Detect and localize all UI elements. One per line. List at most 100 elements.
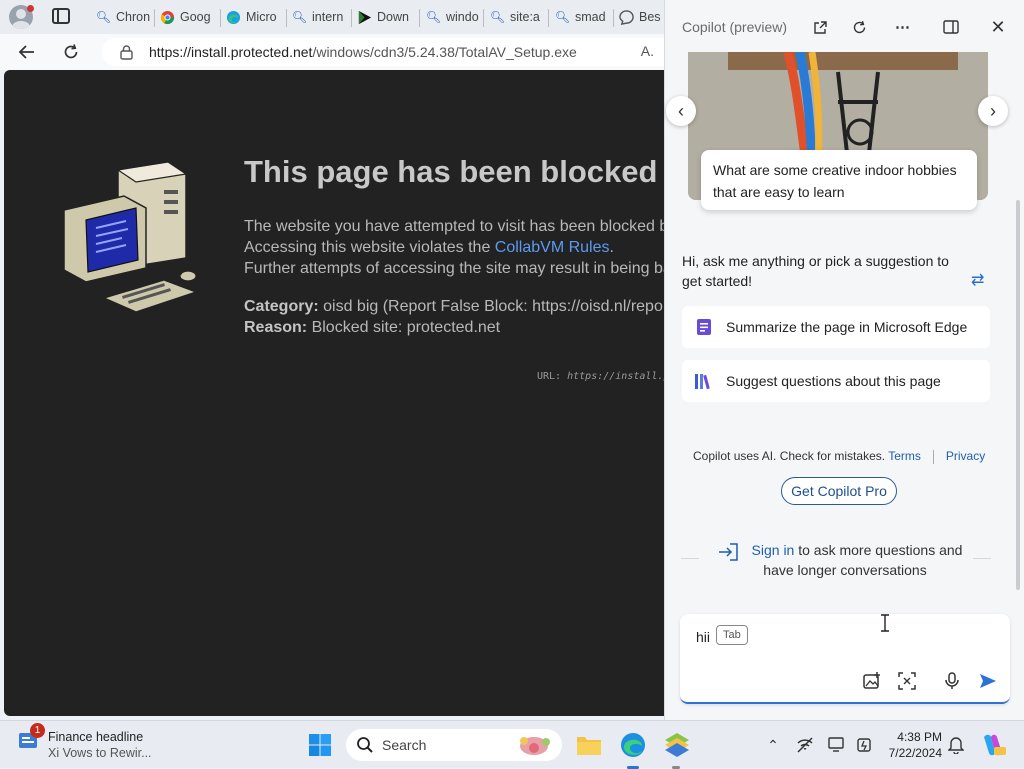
suggestion-card[interactable]: What are some creative indoor hobbies th…	[701, 150, 977, 210]
tab-divider	[351, 9, 352, 27]
rules-suffix: .	[609, 239, 614, 256]
taskbar-search[interactable]: Search	[346, 729, 562, 761]
screenshot-icon[interactable]	[896, 670, 918, 692]
page-title: This page has been blocked	[244, 154, 658, 189]
search-icon: 🔍︎	[555, 10, 571, 24]
rules-message-line: Accessing this website violates the Coll…	[244, 237, 614, 258]
tab-label: site:a	[510, 10, 540, 24]
suggest-questions-label: Suggest questions about this page	[726, 373, 941, 389]
battery-saver-icon[interactable]	[855, 735, 875, 755]
terms-link[interactable]: Terms	[888, 449, 921, 463]
lock-icon[interactable]	[118, 44, 134, 60]
get-copilot-pro-button[interactable]: Get Copilot Pro	[781, 477, 897, 505]
tab-intern[interactable]: 🔍︎ intern	[292, 4, 350, 30]
chat-composer[interactable]: hii Tab	[680, 614, 1010, 704]
tab-autocomplete-hint: Tab	[716, 625, 748, 645]
system-clock[interactable]: 4:38 PM 7/22/2024	[884, 729, 942, 761]
copilot-taskbar-icon[interactable]	[980, 732, 1006, 758]
start-button[interactable]	[306, 731, 334, 759]
windows-logo-icon	[309, 734, 331, 756]
chevron-right-icon: ›	[990, 100, 996, 121]
collabvm-rules-link[interactable]: CollabVM Rules	[495, 239, 610, 256]
blocked-url-note: URL: https://install.p	[537, 371, 664, 382]
refresh-button[interactable]	[56, 38, 86, 66]
sign-in-link[interactable]: Sign in	[752, 542, 795, 558]
chevron-left-icon: ‹	[678, 100, 684, 121]
clock-date: 7/22/2024	[888, 746, 942, 760]
address-bar[interactable]: https://install.protected.net/windows/cd…	[102, 38, 664, 66]
bluestacks-icon[interactable]	[663, 731, 691, 759]
carousel-next-button[interactable]: ›	[978, 96, 1008, 126]
tab-chron[interactable]: 🔍︎ Chron	[96, 4, 152, 30]
privacy-link[interactable]: Privacy	[946, 449, 985, 463]
read-aloud-icon[interactable]: A.	[641, 43, 654, 59]
copilot-sidebar: Copilot (preview) ⋯ ✕ ‹ › What are some …	[664, 0, 1024, 720]
reason-value: Blocked site: protected.net	[307, 319, 501, 336]
more-options-icon[interactable]: ⋯	[890, 14, 916, 40]
refresh-suggestions-icon[interactable]: ⇄	[971, 270, 984, 290]
suggest-questions-button[interactable]: Suggest questions about this page	[682, 360, 990, 402]
copilot-header: Copilot (preview) ⋯ ✕	[665, 0, 1024, 52]
news-widget[interactable]: 1 Finance headline Xi Vows to Rewir...	[18, 723, 152, 761]
dock-sidebar-icon[interactable]	[938, 14, 964, 40]
category-label: Category:	[244, 298, 319, 315]
tab-microsoft[interactable]: Micro	[226, 4, 284, 30]
back-button[interactable]	[12, 38, 42, 66]
microphone-icon[interactable]	[941, 670, 963, 692]
tab-label: Chron	[116, 10, 151, 24]
close-icon[interactable]: ✕	[985, 14, 1011, 40]
url-path: /windows/cdn3/5.24.38/TotalAV_Setup.exe	[312, 44, 577, 60]
back-arrow-icon	[18, 45, 34, 59]
carousel-prev-button[interactable]: ‹	[666, 96, 696, 126]
chat-icon	[619, 9, 634, 25]
search-icon: 🔍︎	[292, 10, 308, 24]
tab-divider	[286, 9, 287, 27]
edge-icon	[226, 10, 241, 25]
tab-divider	[483, 9, 484, 27]
tab-actions-icon[interactable]	[52, 8, 70, 24]
news-text: Finance headline Xi Vows to Rewir...	[48, 729, 152, 761]
url-note-value: https://install.p	[567, 371, 664, 382]
display-icon[interactable]	[827, 735, 847, 755]
tab-label: intern	[312, 10, 344, 24]
composer-input-text[interactable]: hii	[696, 629, 710, 645]
tab-divider	[154, 9, 155, 27]
edge-icon[interactable]	[619, 731, 647, 759]
open-in-new-window-icon[interactable]	[807, 14, 833, 40]
add-image-icon[interactable]	[861, 670, 883, 692]
tab-windo[interactable]: 🔍︎ windo	[426, 4, 482, 30]
refresh-icon	[64, 44, 78, 59]
tab-bes[interactable]: Bes	[619, 4, 664, 30]
search-label: Search	[382, 737, 427, 753]
refresh-chat-icon[interactable]	[846, 14, 872, 40]
books-icon	[682, 373, 726, 389]
search-icon: 🔍︎	[426, 10, 442, 24]
sidebar-scrollbar[interactable]	[1016, 200, 1020, 590]
tab-smad[interactable]: 🔍︎ smad	[555, 4, 611, 30]
warning-message-line: Further attempts of accessing the site m…	[244, 260, 664, 277]
tab-site[interactable]: 🔍︎ site:a	[490, 4, 546, 30]
news-icon: 1	[18, 723, 45, 751]
ai-disclaimer: Copilot uses AI. Check for mistakes. Ter…	[693, 449, 985, 464]
network-off-icon[interactable]	[795, 735, 815, 755]
tab-label: Goog	[180, 10, 211, 24]
document-icon	[682, 319, 726, 335]
tab-label: Bes	[639, 10, 661, 24]
sign-in-text: to ask more questions and have longer co…	[763, 542, 963, 578]
profile-status-dot	[27, 5, 34, 12]
tab-google[interactable]: Goog	[160, 4, 218, 30]
divider-line	[973, 558, 991, 559]
url-host: https://install.protected.net	[149, 44, 313, 60]
play-icon	[357, 10, 372, 25]
summarize-page-button[interactable]: Summarize the page in Microsoft Edge	[682, 306, 990, 348]
news-subtitle: Xi Vows to Rewir...	[48, 746, 152, 760]
tab-down[interactable]: Down	[357, 4, 417, 30]
search-highlight-icon	[520, 737, 550, 755]
reason-label: Reason:	[244, 319, 308, 336]
file-explorer-icon[interactable]	[575, 731, 603, 759]
computer-illustration-icon	[63, 161, 199, 313]
chevron-up-icon[interactable]: ⌃	[763, 735, 783, 755]
send-button[interactable]	[977, 670, 999, 692]
address-url[interactable]: https://install.protected.net/windows/cd…	[149, 44, 577, 60]
notifications-bell-icon[interactable]	[946, 735, 966, 755]
